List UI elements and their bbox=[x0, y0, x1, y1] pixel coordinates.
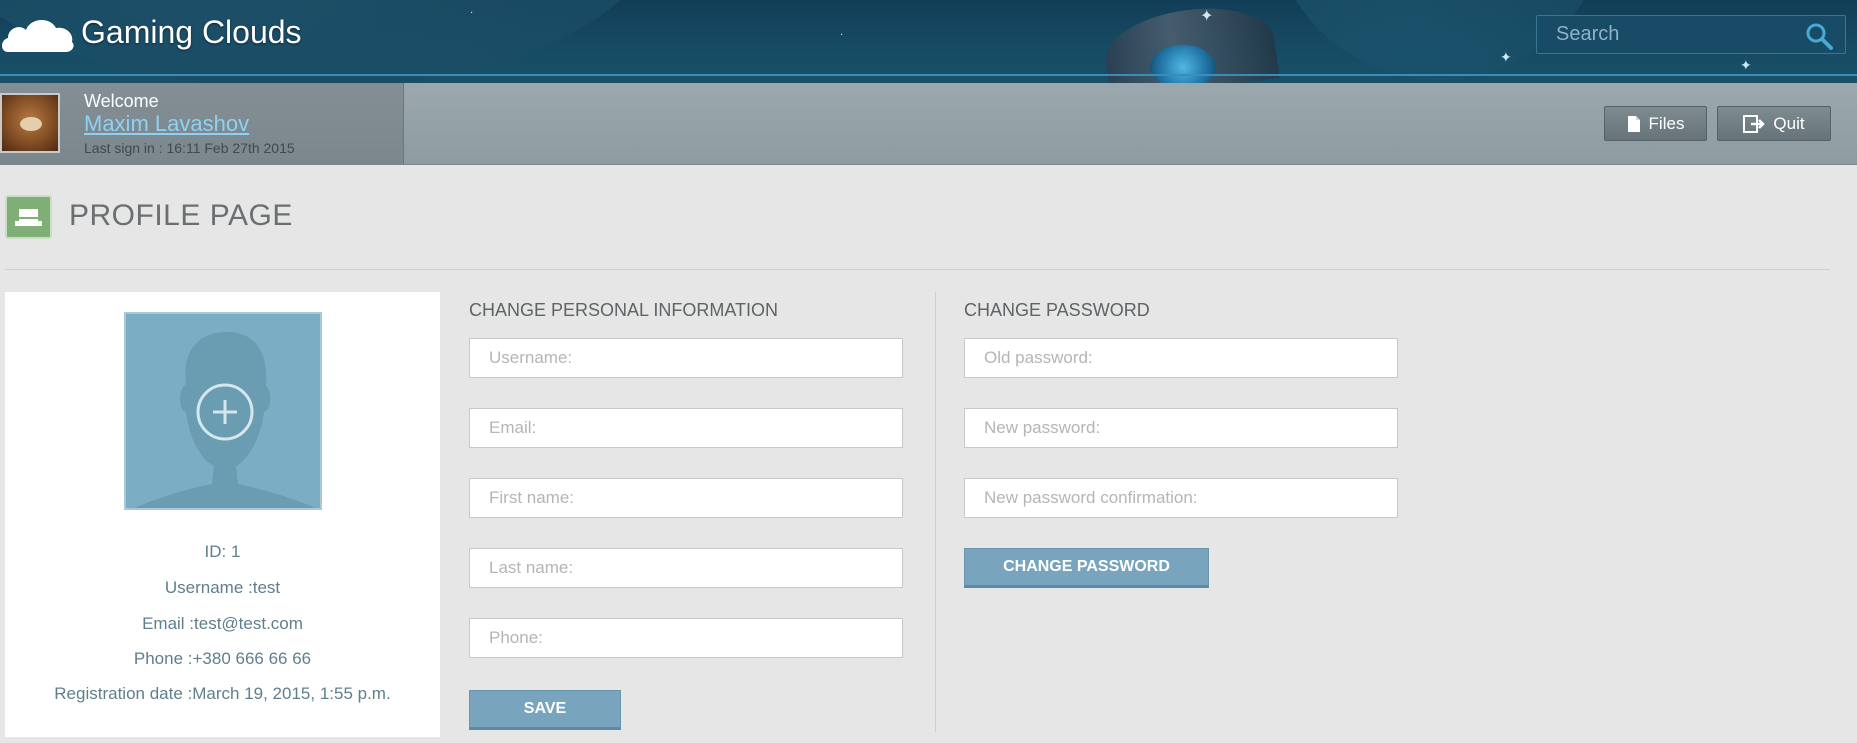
exit-icon bbox=[1743, 114, 1766, 133]
quit-button[interactable]: Quit bbox=[1717, 106, 1831, 141]
profile-email: Email :test@test.com bbox=[142, 614, 303, 633]
page-title: PROFILE PAGE bbox=[69, 199, 293, 232]
phone-field[interactable] bbox=[469, 618, 903, 658]
search-icon[interactable] bbox=[1805, 22, 1833, 50]
silhouette-image bbox=[134, 332, 316, 508]
change-password-button[interactable]: CHANGE PASSWORD bbox=[964, 548, 1209, 588]
last-sign-in: Last sign in : 16:11 Feb 27th 2015 bbox=[84, 140, 295, 156]
search-input[interactable] bbox=[1537, 16, 1797, 53]
cloud-icon bbox=[2, 19, 74, 52]
files-button[interactable]: Files bbox=[1604, 106, 1707, 141]
hat-icon bbox=[5, 195, 52, 239]
header-divider bbox=[0, 74, 1857, 76]
personal-info-title: CHANGE PERSONAL INFORMATION bbox=[469, 300, 779, 320]
welcome-label: Welcome bbox=[84, 91, 159, 111]
last-name-field[interactable] bbox=[469, 548, 903, 588]
profile-id: ID: 1 bbox=[204, 542, 241, 561]
file-icon bbox=[1627, 115, 1640, 132]
first-name-field[interactable] bbox=[469, 478, 903, 518]
search-box[interactable] bbox=[1536, 15, 1846, 54]
username-link[interactable]: Maxim Lavashov bbox=[84, 111, 249, 137]
old-password-field[interactable] bbox=[964, 338, 1398, 378]
files-label: Files bbox=[1648, 113, 1685, 133]
change-password-title: CHANGE PASSWORD bbox=[964, 300, 1150, 320]
profile-username: Username :test bbox=[164, 578, 281, 597]
star-decoration: ✦ bbox=[1200, 6, 1214, 25]
profile-registration: Registration date :March 19, 2015, 1:55 … bbox=[54, 684, 391, 703]
profile-photo[interactable] bbox=[124, 312, 322, 510]
top-header: · · ✦ ✦ ✦ Gaming Clouds bbox=[0, 0, 1857, 83]
star-decoration: ✦ bbox=[1740, 58, 1752, 74]
save-button[interactable]: SAVE bbox=[469, 690, 621, 730]
avatar[interactable] bbox=[0, 93, 60, 153]
profile-phone: Phone :+380 666 66 66 bbox=[133, 649, 312, 668]
star-decoration: ✦ bbox=[1500, 50, 1512, 66]
star-decoration: · bbox=[840, 30, 844, 41]
brand-title[interactable]: Gaming Clouds bbox=[81, 14, 302, 51]
quit-label: Quit bbox=[1773, 113, 1805, 133]
user-panel: Welcome Maxim Lavashov Last sign in : 16… bbox=[0, 83, 404, 164]
user-bar: Welcome Maxim Lavashov Last sign in : 16… bbox=[0, 83, 1857, 165]
email-field[interactable] bbox=[469, 408, 903, 448]
new-password-field[interactable] bbox=[964, 408, 1398, 448]
star-decoration: · bbox=[470, 8, 474, 19]
title-divider bbox=[5, 269, 1830, 270]
rocket-window-decoration bbox=[1150, 45, 1216, 83]
avatar-face bbox=[20, 117, 42, 131]
username-field[interactable] bbox=[469, 338, 903, 378]
confirm-password-field[interactable] bbox=[964, 478, 1398, 518]
column-divider bbox=[935, 292, 936, 732]
